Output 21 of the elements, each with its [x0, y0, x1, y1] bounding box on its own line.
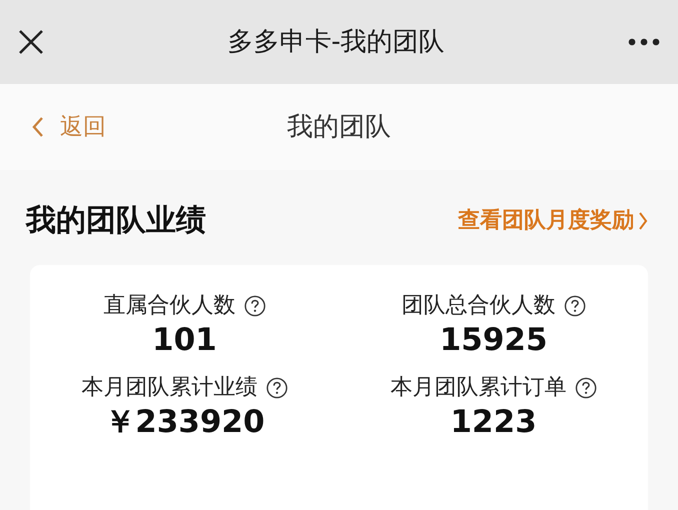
- chevron-left-icon: [32, 116, 44, 138]
- window-title: 多多申卡-我的团队: [227, 26, 445, 58]
- help-icon[interactable]: [266, 376, 288, 399]
- stat-value: ￥233920: [104, 404, 265, 442]
- section-title: 我的团队业绩: [26, 202, 206, 240]
- stat-value: 1223: [450, 404, 537, 442]
- stat-label: 团队总合伙人数: [402, 292, 556, 320]
- stat-label: 直属合伙人数: [104, 292, 236, 320]
- monthly-reward-link[interactable]: 查看团队月度奖励: [458, 204, 648, 237]
- stat-label: 本月团队累计业绩: [82, 374, 258, 402]
- help-icon[interactable]: [564, 294, 586, 316]
- chevron-right-icon: [638, 210, 648, 230]
- back-link[interactable]: 返回: [32, 110, 106, 144]
- stat-label: 本月团队累计订单: [390, 374, 566, 402]
- stat-value: 15925: [440, 322, 548, 360]
- help-icon[interactable]: [244, 294, 266, 316]
- more-icon[interactable]: [628, 38, 660, 46]
- close-icon[interactable]: [18, 29, 44, 55]
- help-icon[interactable]: [574, 376, 596, 399]
- page-title: 我的团队: [287, 110, 391, 144]
- stat-value: 101: [152, 322, 217, 360]
